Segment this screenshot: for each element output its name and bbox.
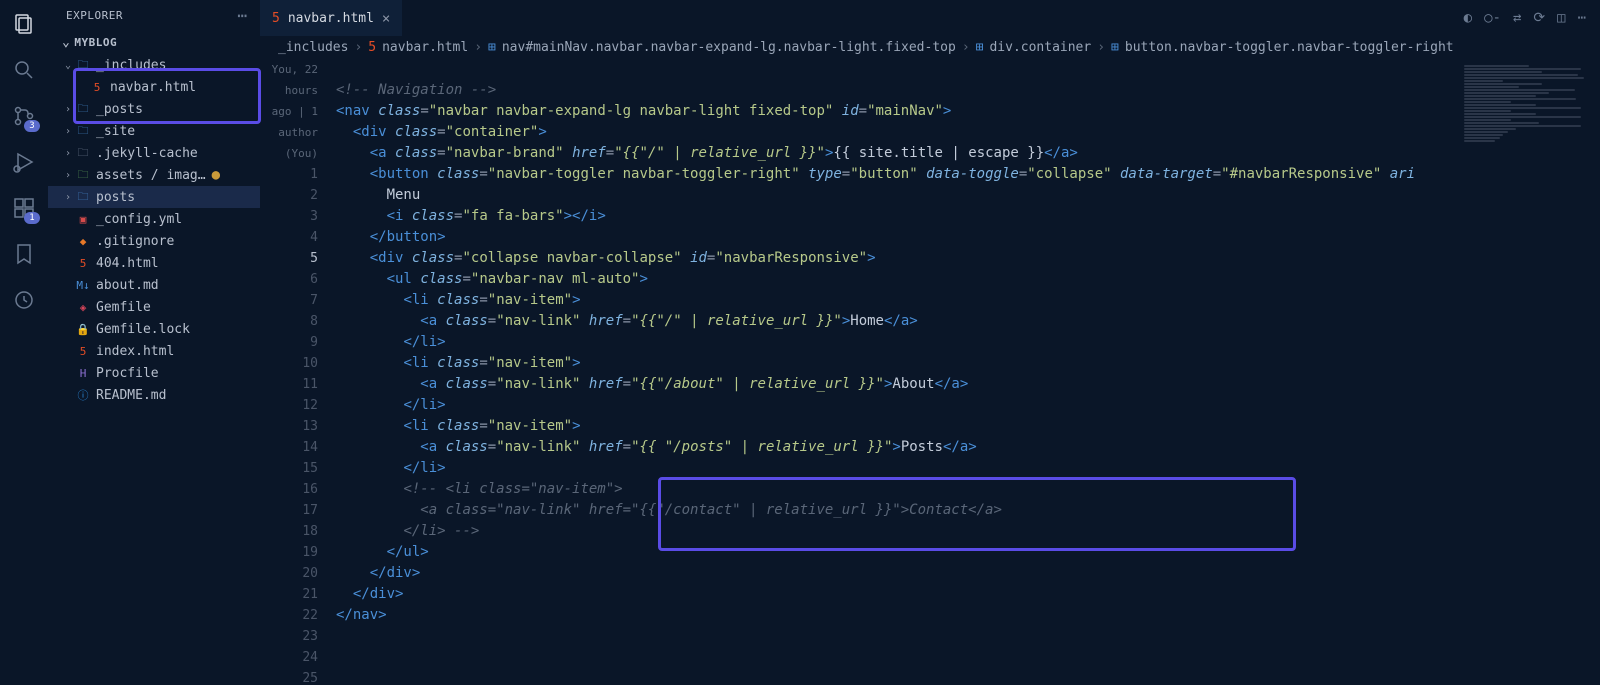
folder--posts[interactable]: ›🗀_posts	[48, 98, 260, 120]
code-content[interactable]: <!-- Navigation --><nav class="navbar na…	[336, 59, 1458, 685]
sidebar: EXPLORER ⋯ MYBLOG ⌄🗀_includes5navbar.htm…	[48, 0, 260, 685]
file-icon: 5	[75, 343, 91, 359]
breadcrumb-icon: 5	[368, 40, 376, 55]
file-icon: ◆	[75, 233, 91, 249]
folder-icon: 🗀	[75, 167, 91, 183]
folder--includes[interactable]: ⌄🗀_includes	[48, 54, 260, 76]
search-icon[interactable]	[10, 56, 38, 84]
file-icon: 🔒	[75, 321, 91, 337]
tab-navbar-html[interactable]: 5 navbar.html ×	[260, 0, 402, 36]
breadcrumb-segment[interactable]: _includes	[278, 40, 348, 55]
activity-bar: 3 1	[0, 0, 48, 685]
file-tree: ⌄🗀_includes5navbar.html›🗀_posts›🗀_site›🗀…	[48, 54, 260, 685]
split-editor-icon[interactable]: ◫	[1557, 10, 1565, 26]
file-icon: ⓘ	[75, 387, 91, 403]
more-actions-icon[interactable]: ⋯	[1578, 10, 1586, 26]
codelens[interactable]: You, 22 hours ago | 1 author (You)	[260, 59, 318, 164]
folder-posts[interactable]: ›🗀posts	[48, 186, 260, 208]
file-icon: 5	[75, 255, 91, 271]
file-index-html[interactable]: 5index.html	[48, 340, 260, 362]
sidebar-more-icon[interactable]: ⋯	[237, 6, 248, 25]
ext-badge: 1	[24, 212, 40, 224]
file-readme-md[interactable]: ⓘREADME.md	[48, 384, 260, 406]
workspace-header[interactable]: MYBLOG	[48, 31, 260, 54]
scm-badge: 3	[24, 120, 40, 132]
file-icon: ▣	[75, 211, 91, 227]
breadcrumb[interactable]: _includes›5navbar.html›⊞nav#mainNav.navb…	[260, 36, 1600, 59]
tab-label: navbar.html	[288, 11, 374, 26]
gitlens-history-icon[interactable]: ⟳	[1533, 10, 1545, 26]
file-icon: ◈	[75, 299, 91, 315]
folder--site[interactable]: ›🗀_site	[48, 120, 260, 142]
file-gemfile[interactable]: ◈Gemfile	[48, 296, 260, 318]
folder-icon: 🗀	[75, 123, 91, 139]
file-about-md[interactable]: M↓about.md	[48, 274, 260, 296]
file-gemfile-lock[interactable]: 🔒Gemfile.lock	[48, 318, 260, 340]
breadcrumb-icon: ⊞	[488, 40, 496, 55]
close-icon[interactable]: ×	[382, 11, 390, 27]
gitlens-toggle-icon[interactable]: ◐	[1464, 10, 1472, 26]
editor-title-actions: ◐ ○- ⇄ ⟳ ◫ ⋯	[1464, 0, 1600, 36]
folder-icon: 🗀	[75, 189, 91, 205]
folder--jekyll-cache[interactable]: ›🗀.jekyll-cache	[48, 142, 260, 164]
run-debug-icon[interactable]	[10, 148, 38, 176]
extensions-icon[interactable]: 1	[10, 194, 38, 222]
gitlens-compare-icon[interactable]: ⇄	[1513, 10, 1521, 26]
breadcrumb-segment[interactable]: nav#mainNav.navbar.navbar-expand-lg.navb…	[502, 40, 956, 55]
folder-icon: 🗀	[75, 57, 91, 73]
folder-icon: 🗀	[75, 101, 91, 117]
minimap[interactable]	[1458, 59, 1600, 685]
breadcrumb-icon: ⊞	[976, 40, 984, 55]
breadcrumb-segment[interactable]: div.container	[989, 40, 1091, 55]
folder-assets---imag-[interactable]: ›🗀assets / imag…●	[48, 164, 260, 186]
file-icon: 5	[89, 79, 105, 95]
file-navbar-html[interactable]: 5navbar.html	[48, 76, 260, 98]
gitlens-commit-icon[interactable]: ○-	[1484, 10, 1501, 26]
explorer-icon[interactable]	[10, 10, 38, 38]
breadcrumb-icon: ⊞	[1111, 40, 1119, 55]
breadcrumb-segment[interactable]: navbar.html	[382, 40, 468, 55]
chevron-down-icon	[62, 35, 70, 50]
file-icon: M↓	[75, 277, 91, 293]
tab-bar: 5 navbar.html × ◐ ○- ⇄ ⟳ ◫ ⋯	[260, 0, 1600, 36]
line-gutter: You, 22 hours ago | 1 author (You)123456…	[260, 59, 336, 685]
file-icon: H	[75, 365, 91, 381]
file--gitignore[interactable]: ◆.gitignore	[48, 230, 260, 252]
source-control-icon[interactable]: 3	[10, 102, 38, 130]
html-file-icon: 5	[272, 11, 280, 26]
file--config-yml[interactable]: ▣_config.yml	[48, 208, 260, 230]
file-procfile[interactable]: HProcfile	[48, 362, 260, 384]
file-404-html[interactable]: 5404.html	[48, 252, 260, 274]
breadcrumb-segment[interactable]: button.navbar-toggler.navbar-toggler-rig…	[1125, 40, 1454, 55]
lens-icon[interactable]	[10, 286, 38, 314]
folder-icon: 🗀	[75, 145, 91, 161]
sidebar-title: EXPLORER	[66, 9, 123, 22]
bookmark-icon[interactable]	[10, 240, 38, 268]
editor[interactable]: You, 22 hours ago | 1 author (You)123456…	[260, 59, 1600, 685]
